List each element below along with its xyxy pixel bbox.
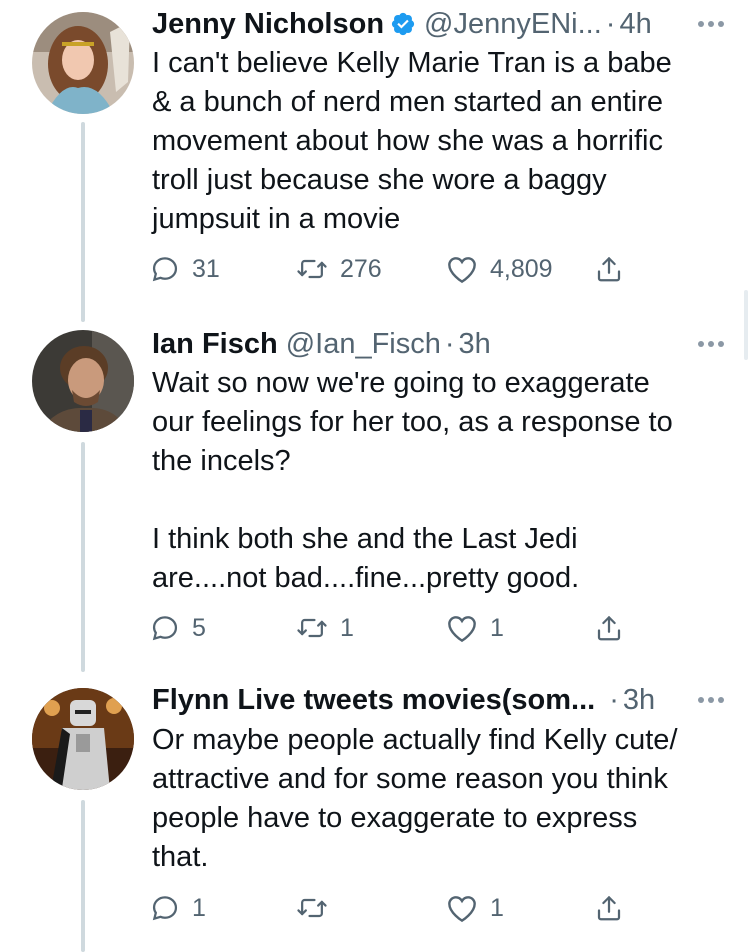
- thread-line: [81, 122, 85, 322]
- tweet-actions: 31 276 4,809: [150, 249, 650, 289]
- separator: ·: [444, 328, 455, 360]
- avatar[interactable]: [32, 12, 134, 114]
- tweet-header: Ian Fisch @Ian_Fisch · 3h: [152, 326, 726, 362]
- share-button[interactable]: [594, 249, 624, 289]
- reply-thread: { "tweets": [ { "name": "Jenny Nicholson…: [0, 0, 750, 952]
- retweet-button[interactable]: 276: [296, 249, 382, 289]
- timestamp[interactable]: 4h: [619, 6, 651, 42]
- like-button[interactable]: 4,809: [446, 249, 553, 289]
- heart-icon: [446, 254, 478, 284]
- display-name[interactable]: Jenny Nicholson: [152, 6, 384, 42]
- tweet-header: Jenny Nicholson @JennyENi... · 4h: [152, 6, 726, 42]
- reply-count: 1: [192, 893, 206, 922]
- retweet-button[interactable]: 1: [296, 608, 354, 648]
- retweet-button[interactable]: [296, 888, 340, 928]
- like-button[interactable]: 1: [446, 608, 504, 648]
- more-horizontal-icon[interactable]: [696, 6, 726, 42]
- handle[interactable]: @JennyENi...: [424, 6, 602, 42]
- heart-icon: [446, 613, 478, 643]
- retweet-icon: [296, 613, 328, 643]
- tweet-text: I can't believe Kelly Marie Tran is a ba…: [152, 47, 672, 235]
- retweet-icon: [296, 254, 328, 284]
- handle[interactable]: @Ian_Fisch: [286, 326, 441, 362]
- timestamp[interactable]: 3h: [623, 682, 655, 718]
- separator: ·: [609, 684, 619, 716]
- reply-button[interactable]: 5: [150, 608, 206, 648]
- retweet-icon: [296, 893, 328, 923]
- avatar[interactable]: [32, 330, 134, 432]
- tweet-text: Wait so now we're going to exaggerate ou…: [152, 367, 673, 594]
- reply-icon: [150, 613, 180, 643]
- share-icon: [594, 254, 624, 284]
- heart-icon: [446, 893, 478, 923]
- display-name[interactable]: Ian Fisch: [152, 326, 278, 362]
- avatar[interactable]: [32, 688, 134, 790]
- tweet-header: Flynn Live tweets movies(som... · 3h: [152, 682, 726, 718]
- reply-count: 5: [192, 613, 206, 642]
- timestamp[interactable]: 3h: [459, 326, 491, 362]
- reply-icon: [150, 893, 180, 923]
- reply-button[interactable]: 31: [150, 249, 220, 289]
- verified-badge-icon: [390, 11, 416, 37]
- thread-line: [81, 442, 85, 672]
- thread-line: [81, 800, 85, 952]
- like-button[interactable]: 1: [446, 888, 504, 928]
- like-count: 1: [490, 613, 504, 642]
- separator: ·: [605, 8, 616, 40]
- scrollbar[interactable]: [744, 290, 748, 360]
- more-horizontal-icon[interactable]: [696, 326, 726, 362]
- retweet-count: 276: [340, 254, 382, 283]
- share-button[interactable]: [594, 608, 624, 648]
- reply-icon: [150, 254, 180, 284]
- more-horizontal-icon[interactable]: [696, 682, 726, 718]
- tweet-actions: 1 1: [150, 888, 650, 928]
- share-icon: [594, 613, 624, 643]
- retweet-count: 1: [340, 613, 354, 642]
- share-button[interactable]: [594, 888, 624, 928]
- tweet-text: Or maybe people actually find Kelly cute…: [152, 724, 678, 873]
- like-count: 1: [490, 893, 504, 922]
- tweet-actions: 5 1 1: [150, 608, 650, 648]
- like-count: 4,809: [490, 254, 553, 283]
- display-name[interactable]: Flynn Live tweets movies(som...: [152, 682, 595, 718]
- reply-button[interactable]: 1: [150, 888, 206, 928]
- reply-count: 31: [192, 254, 220, 283]
- share-icon: [594, 893, 624, 923]
